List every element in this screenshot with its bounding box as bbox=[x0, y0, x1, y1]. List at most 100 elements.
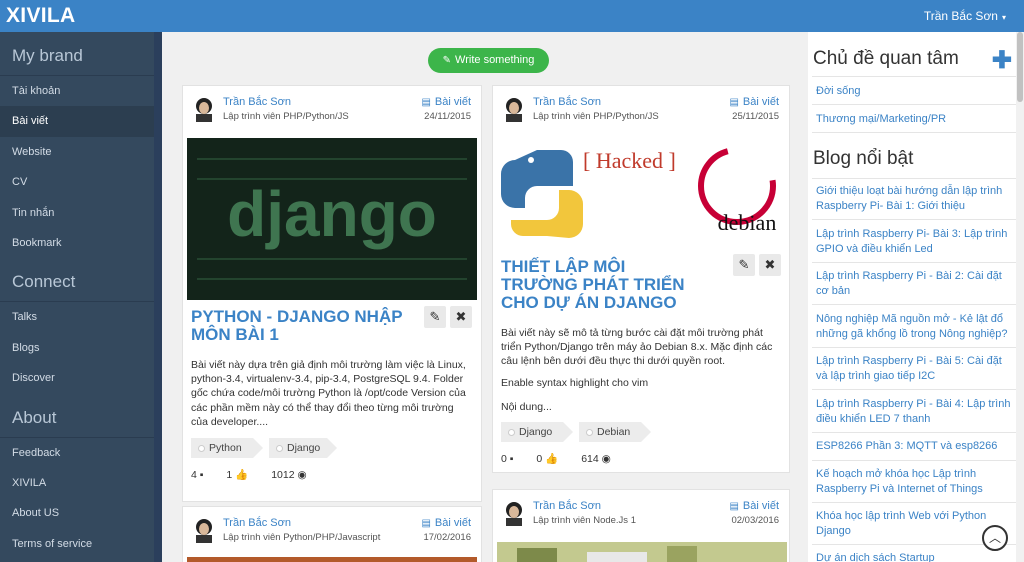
divider bbox=[812, 219, 1016, 220]
post-card: Trần Bắc Sơn Lập trình viên PHP/Python/J… bbox=[492, 85, 790, 473]
sidebar-item-website[interactable]: Website bbox=[0, 137, 154, 167]
post-image[interactable]: [ Hacked ] debian bbox=[497, 138, 787, 248]
post-stats: 4 ▪ 1 👍 1012 ◉ bbox=[191, 468, 327, 481]
featured-item[interactable]: Lập trình Raspberry Pi- Bài 3: Lập trình… bbox=[816, 227, 1014, 256]
tag-django[interactable]: Django bbox=[501, 422, 573, 442]
sidebar-item-about-us[interactable]: About US bbox=[0, 498, 154, 528]
author-role: Lập trình viên Node.Js 1 bbox=[533, 515, 636, 526]
sidebar-item-bai-viet[interactable]: Bài viết bbox=[0, 106, 154, 137]
brand-logo[interactable]: XIVILA bbox=[6, 4, 75, 28]
avatar[interactable] bbox=[501, 500, 527, 526]
featured-item[interactable]: Lập trình Raspberry Pi - Bài 4: Lập trìn… bbox=[816, 397, 1014, 426]
sidebar-item-bookmark[interactable]: Bookmark bbox=[0, 228, 154, 258]
post-image[interactable] bbox=[187, 557, 477, 562]
like-count[interactable]: 1 👍 bbox=[226, 469, 258, 481]
hacked-text: [ Hacked ] bbox=[583, 148, 676, 173]
sidebar-item-blogs[interactable]: Blogs bbox=[0, 333, 154, 363]
post-type: ▤ Bài viết bbox=[729, 500, 779, 512]
post-image[interactable]: django bbox=[187, 138, 477, 300]
sidebar-item-tin-nhan[interactable]: Tin nhắn bbox=[0, 198, 154, 228]
right-column: Chủ đề quan tâm ✚ Đời sống Thương mại/Ma… bbox=[808, 32, 1016, 562]
post-card: Trần Bắc Sơn Lập trình viên Node.Js 1 ▤ B… bbox=[492, 489, 790, 562]
post-image[interactable] bbox=[497, 542, 787, 562]
avatar[interactable] bbox=[191, 96, 217, 122]
close-icon[interactable]: ✖ bbox=[759, 254, 781, 276]
user-menu[interactable]: Trần Bắc Sơn ▾ bbox=[924, 9, 1006, 23]
avatar[interactable] bbox=[501, 96, 527, 122]
top-bar: XIVILA Trần Bắc Sơn ▾ bbox=[0, 0, 1024, 32]
sidebar: My brand Tài khoản Bài viết Website CV T… bbox=[0, 32, 162, 562]
topic-item[interactable]: Thương mại/Marketing/PR bbox=[816, 112, 1014, 127]
author-name[interactable]: Trần Bắc Sơn bbox=[533, 500, 601, 512]
post-card: Trần Bắc Sơn Lập trình viên Python/PHP/J… bbox=[182, 506, 482, 562]
author-role: Lập trình viên PHP/Python/JS bbox=[533, 111, 659, 122]
edit-icon[interactable]: ✎ bbox=[424, 306, 446, 328]
featured-item[interactable]: Lập trình Raspberry Pi - Bài 2: Cài đặt … bbox=[816, 269, 1014, 298]
author-name[interactable]: Trần Bắc Sơn bbox=[533, 96, 601, 108]
comment-icon: ▪ bbox=[199, 469, 204, 481]
main-feed: ✎ Write something Trần Bắc Sơn Lập trình … bbox=[162, 32, 808, 562]
post-type: ▤ Bài viết bbox=[421, 517, 471, 529]
like-count[interactable]: 0 👍 bbox=[536, 453, 568, 465]
tag-debian[interactable]: Debian bbox=[579, 422, 651, 442]
scrollbar-thumb[interactable] bbox=[1017, 32, 1023, 102]
tag-django[interactable]: Django bbox=[269, 438, 337, 458]
close-icon[interactable]: ✖ bbox=[450, 306, 472, 328]
divider bbox=[812, 389, 1016, 390]
divider bbox=[812, 502, 1016, 503]
pencil-icon: ✎ bbox=[442, 55, 452, 66]
debian-text: debian bbox=[718, 210, 777, 235]
caret-down-icon: ▾ bbox=[1001, 13, 1006, 22]
divider bbox=[812, 460, 1016, 461]
author-role: Lập trình viên Python/PHP/Javascript bbox=[223, 532, 381, 543]
featured-item[interactable]: Dự án dịch sách Startup bbox=[816, 551, 1014, 562]
post-title[interactable]: PYTHON - DJANGO NHẬP MÔN BÀI 1 bbox=[191, 308, 411, 344]
author-name[interactable]: Trần Bắc Sơn bbox=[223, 517, 291, 529]
document-icon: ▤ bbox=[421, 518, 431, 529]
sidebar-section-title: My brand bbox=[0, 32, 154, 76]
post-type: ▤ Bài viết bbox=[729, 96, 779, 108]
divider bbox=[812, 178, 1016, 179]
featured-item[interactable]: Nông nghiệp Mã nguồn mở - Kẻ lật đổ nhữn… bbox=[816, 312, 1014, 341]
post-description: Bài viết này dựa trên giả định môi trườn… bbox=[191, 359, 466, 428]
sidebar-item-xivila[interactable]: XIVILA bbox=[0, 468, 154, 498]
post-type-label: Bài viết bbox=[434, 517, 471, 529]
thumbs-up-icon: 👍 bbox=[545, 453, 559, 465]
featured-item[interactable]: Kế hoạch mở khóa học Lập trình Raspberry… bbox=[816, 467, 1014, 496]
comment-count[interactable]: 0 ▪ bbox=[501, 453, 524, 465]
post-type-label: Bài viết bbox=[434, 96, 471, 108]
featured-item[interactable]: Giới thiệu loạt bài hướng dẫn lập trình … bbox=[816, 184, 1014, 213]
write-something-button[interactable]: ✎ Write something bbox=[428, 48, 549, 73]
document-icon: ▤ bbox=[729, 97, 739, 108]
sidebar-item-talks[interactable]: Talks bbox=[0, 302, 154, 332]
post-date: 25/11/2015 bbox=[732, 111, 779, 122]
thumbs-up-icon: 👍 bbox=[235, 469, 249, 481]
comment-count[interactable]: 4 ▪ bbox=[191, 469, 214, 481]
post-title[interactable]: THIẾT LẬP MÔI TRƯỜNG PHÁT TRIỂN CHO DỰ Á… bbox=[501, 258, 701, 312]
post-type: ▤ Bài viết bbox=[421, 96, 471, 108]
document-icon: ▤ bbox=[421, 97, 431, 108]
author-name[interactable]: Trần Bắc Sơn bbox=[223, 96, 291, 108]
avatar[interactable] bbox=[191, 517, 217, 543]
featured-title: Blog nổi bật bbox=[813, 148, 914, 169]
sidebar-item-cv[interactable]: CV bbox=[0, 167, 154, 197]
edit-icon[interactable]: ✎ bbox=[733, 254, 755, 276]
user-name: Trần Bắc Sơn bbox=[923, 9, 998, 23]
featured-item[interactable]: Lập trình Raspberry Pi - Bài 5: Cài đặt … bbox=[816, 354, 1014, 383]
scrollbar-track[interactable] bbox=[1016, 32, 1024, 562]
post-date: 17/02/2016 bbox=[423, 532, 471, 543]
eye-icon: ◉ bbox=[601, 453, 611, 465]
divider bbox=[812, 347, 1016, 348]
scroll-to-top-icon[interactable]: ︿ bbox=[982, 525, 1008, 551]
add-topic-icon[interactable]: ✚ bbox=[992, 46, 1012, 75]
sidebar-item-discover[interactable]: Discover bbox=[0, 363, 154, 393]
divider bbox=[812, 76, 1016, 77]
featured-item[interactable]: ESP8266 Phần 3: MQTT và esp8266 bbox=[816, 439, 1014, 454]
topic-item[interactable]: Đời sống bbox=[816, 84, 1014, 99]
post-description: Bài viết này sẽ mô tả từng bước cài đặt … bbox=[501, 327, 773, 368]
sidebar-item-feedback[interactable]: Feedback bbox=[0, 438, 154, 468]
sidebar-item-terms[interactable]: Terms of service bbox=[0, 529, 154, 559]
comment-icon: ▪ bbox=[509, 453, 514, 465]
tag-python[interactable]: Python bbox=[191, 438, 263, 458]
sidebar-item-tai-khoan[interactable]: Tài khoản bbox=[0, 76, 154, 106]
